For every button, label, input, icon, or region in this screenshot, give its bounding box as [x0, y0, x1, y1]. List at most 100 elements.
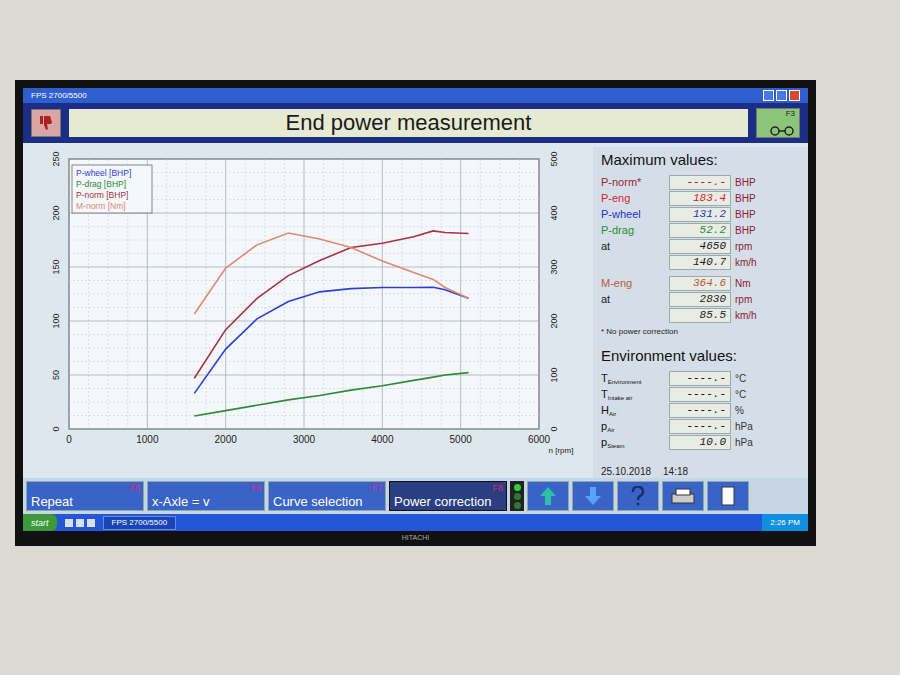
row-unit: Nm: [735, 278, 751, 290]
values-panel: Maximum values:P-norm*----.-BHPP-eng183.…: [593, 147, 808, 478]
function-button[interactable]: RepeatF5: [26, 481, 144, 511]
button-label: x-Axle = v: [152, 495, 209, 510]
function-button[interactable]: Curve selection F7: [268, 481, 386, 511]
x-tick: 2000: [215, 434, 238, 445]
row-unit: BHP: [735, 177, 756, 189]
row-label: at: [601, 240, 665, 253]
max-values-group: P-norm*----.-BHPP-eng183.4BHPP-wheel131.…: [601, 175, 800, 270]
button-label: Repeat: [31, 495, 73, 510]
print-button[interactable]: [662, 481, 704, 511]
app-icon[interactable]: [87, 519, 95, 527]
legend-item: P-norm [BHP]: [76, 190, 128, 200]
key-label: F6: [250, 483, 261, 493]
row-unit: km/h: [735, 257, 757, 269]
app-icon[interactable]: [76, 519, 84, 527]
x-tick: 6000: [528, 434, 551, 445]
header-title-band: End power measurement: [69, 109, 748, 137]
max-value-row: M-eng364.6Nm: [601, 276, 800, 291]
row-label: P-norm*: [601, 176, 665, 189]
time: 14:18: [663, 466, 688, 478]
right-tick: 200: [549, 313, 559, 328]
taskbar-task[interactable]: FPS 2700/5500: [103, 516, 177, 530]
maximize-icon[interactable]: [776, 90, 787, 101]
legend-item: M-norm [Nm]: [76, 201, 126, 211]
f3-button[interactable]: F3: [756, 108, 800, 138]
row-unit: BHP: [735, 193, 756, 205]
status-light: [510, 481, 524, 511]
close-icon[interactable]: [789, 90, 800, 101]
series-line: [194, 233, 468, 314]
down-button[interactable]: [572, 481, 614, 511]
value-display: 85.5: [669, 308, 731, 323]
row-label: TEnvironment: [601, 372, 665, 385]
row-label: TIntake air: [601, 388, 665, 401]
environment-row: pSteam10.0hPa: [601, 435, 800, 450]
value-display: 4650: [669, 239, 731, 254]
reject-button[interactable]: [31, 109, 61, 137]
row-unit: rpm: [735, 241, 752, 253]
help-button[interactable]: [617, 481, 659, 511]
door-icon: [720, 486, 736, 506]
row-unit: BHP: [735, 209, 756, 221]
button-label: Curve selection: [273, 495, 363, 510]
row-label: HAir: [601, 404, 665, 417]
chart-panel: 0100020003000400050006000n [rpm]05010015…: [23, 147, 593, 478]
max-value-row: P-eng183.4BHP: [601, 191, 800, 206]
row-unit: hPa: [735, 437, 753, 449]
green-light-icon: [514, 493, 521, 500]
value-display: ----.-: [669, 175, 731, 190]
x-axis-label: n [rpm]: [549, 446, 574, 455]
max-value-row: 85.5km/h: [601, 308, 800, 323]
question-icon: [630, 486, 646, 506]
environment-row: pAir----.-hPa: [601, 419, 800, 434]
value-display: 140.7: [669, 255, 731, 270]
minimize-icon[interactable]: [763, 90, 774, 101]
app-icon[interactable]: [65, 519, 73, 527]
right-tick: 500: [549, 151, 559, 166]
quick-launch: [65, 519, 95, 527]
row-unit: BHP: [735, 225, 756, 237]
system-tray: 2:26 PM: [762, 514, 808, 531]
key-label: F8: [492, 483, 503, 493]
x-tick: 1000: [136, 434, 159, 445]
screen: FPS 2700/5500 End power measurement F3 0 100…: [23, 88, 808, 531]
window-controls: [763, 90, 800, 101]
environment-row: HAir----.-%: [601, 403, 800, 418]
printer-icon: [670, 487, 696, 505]
value-display: 131.2: [669, 207, 731, 222]
environment-rows: TEnvironment----.-°CTIntake air----.-°CH…: [601, 371, 800, 450]
bezel-bottom: HITACHI: [23, 531, 808, 544]
up-button[interactable]: [527, 481, 569, 511]
function-button[interactable]: Power correctionF8: [389, 481, 507, 511]
x-tick: 0: [66, 434, 72, 445]
series-line: [194, 231, 468, 378]
left-tick: 50: [51, 370, 61, 380]
function-button[interactable]: x-Axle = v F6: [147, 481, 265, 511]
exit-button[interactable]: [707, 481, 749, 511]
row-label: P-eng: [601, 192, 665, 205]
function-bar: RepeatF5 x-Axle = v F6 Curve selection F7 Pow…: [23, 478, 808, 514]
start-label: start: [31, 518, 49, 528]
environment-row: TEnvironment----.-°C: [601, 371, 800, 386]
row-unit: °C: [735, 389, 746, 401]
start-button[interactable]: start: [23, 514, 57, 531]
window-title: FPS 2700/5500: [31, 91, 87, 101]
green-light-icon: [514, 502, 521, 509]
clock: 2:26 PM: [770, 518, 800, 527]
title-bar: FPS 2700/5500: [23, 88, 808, 103]
left-tick: 200: [51, 205, 61, 220]
power-chart: 0100020003000400050006000n [rpm]05010015…: [27, 147, 595, 463]
left-tick: 100: [51, 313, 61, 328]
value-display: ----.-: [669, 371, 731, 386]
max-value-row: P-norm* ----.- BHP: [601, 175, 800, 190]
right-tick: 400: [549, 205, 559, 220]
max-values-group: M-eng364.6Nmat2830rpm85.5km/h: [601, 276, 800, 323]
left-tick: 0: [51, 426, 61, 431]
key-label: F7: [371, 483, 382, 493]
left-tick: 250: [51, 151, 61, 166]
max-value-row: 140.7 km/h: [601, 255, 800, 270]
chart-legend: P-wheel [BHP]P-drag [BHP]P-norm [BHP]M-n…: [72, 165, 152, 213]
max-value-row: P-drag52.2BHP: [601, 223, 800, 238]
brand-logo: HITACHI: [402, 533, 429, 542]
x-tick: 5000: [450, 434, 473, 445]
